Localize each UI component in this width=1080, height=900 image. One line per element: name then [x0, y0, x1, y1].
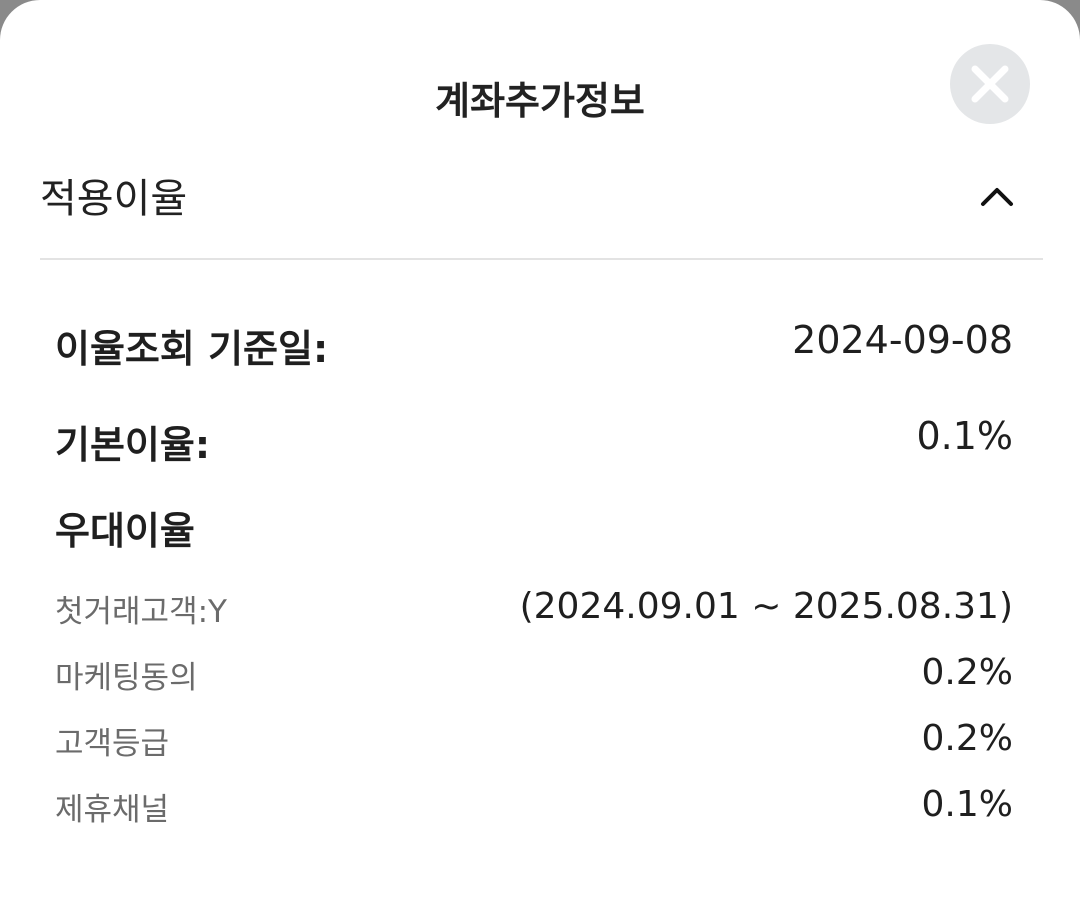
close-button[interactable]	[950, 44, 1030, 124]
preferential-item-value: 0.2%	[921, 652, 1013, 693]
preferential-item-value: 0.1%	[921, 784, 1013, 825]
account-info-sheet: 계좌추가정보 적용이율 이율조회 기준일: 2024-09-08 기본이율: 0…	[0, 0, 1080, 900]
close-x-icon	[971, 65, 1009, 103]
base-date-label: 이율조회 기준일:	[55, 327, 329, 371]
preferential-item-label: 고객등급	[55, 726, 170, 762]
section-title: 적용이율	[40, 176, 188, 222]
preferential-item-value: 0.2%	[921, 718, 1013, 759]
preferential-item-value: (2024.09.01 ~ 2025.08.31)	[519, 586, 1013, 627]
sheet-title: 계좌추가정보	[435, 79, 645, 123]
preferential-item-label: 제휴채널	[55, 792, 170, 828]
preferential-item-label: 첫거래고객:Y	[55, 594, 227, 630]
base-rate-label: 기본이율:	[55, 423, 211, 467]
section-header-applied-rate[interactable]: 적용이율	[40, 160, 1043, 260]
preferential-rate-heading: 우대이율	[55, 509, 195, 553]
base-date-value: 2024-09-08	[792, 318, 1013, 362]
preferential-item-label: 마케팅동의	[55, 660, 198, 696]
chevron-up-icon[interactable]	[977, 178, 1017, 214]
base-rate-value: 0.1%	[916, 414, 1013, 458]
